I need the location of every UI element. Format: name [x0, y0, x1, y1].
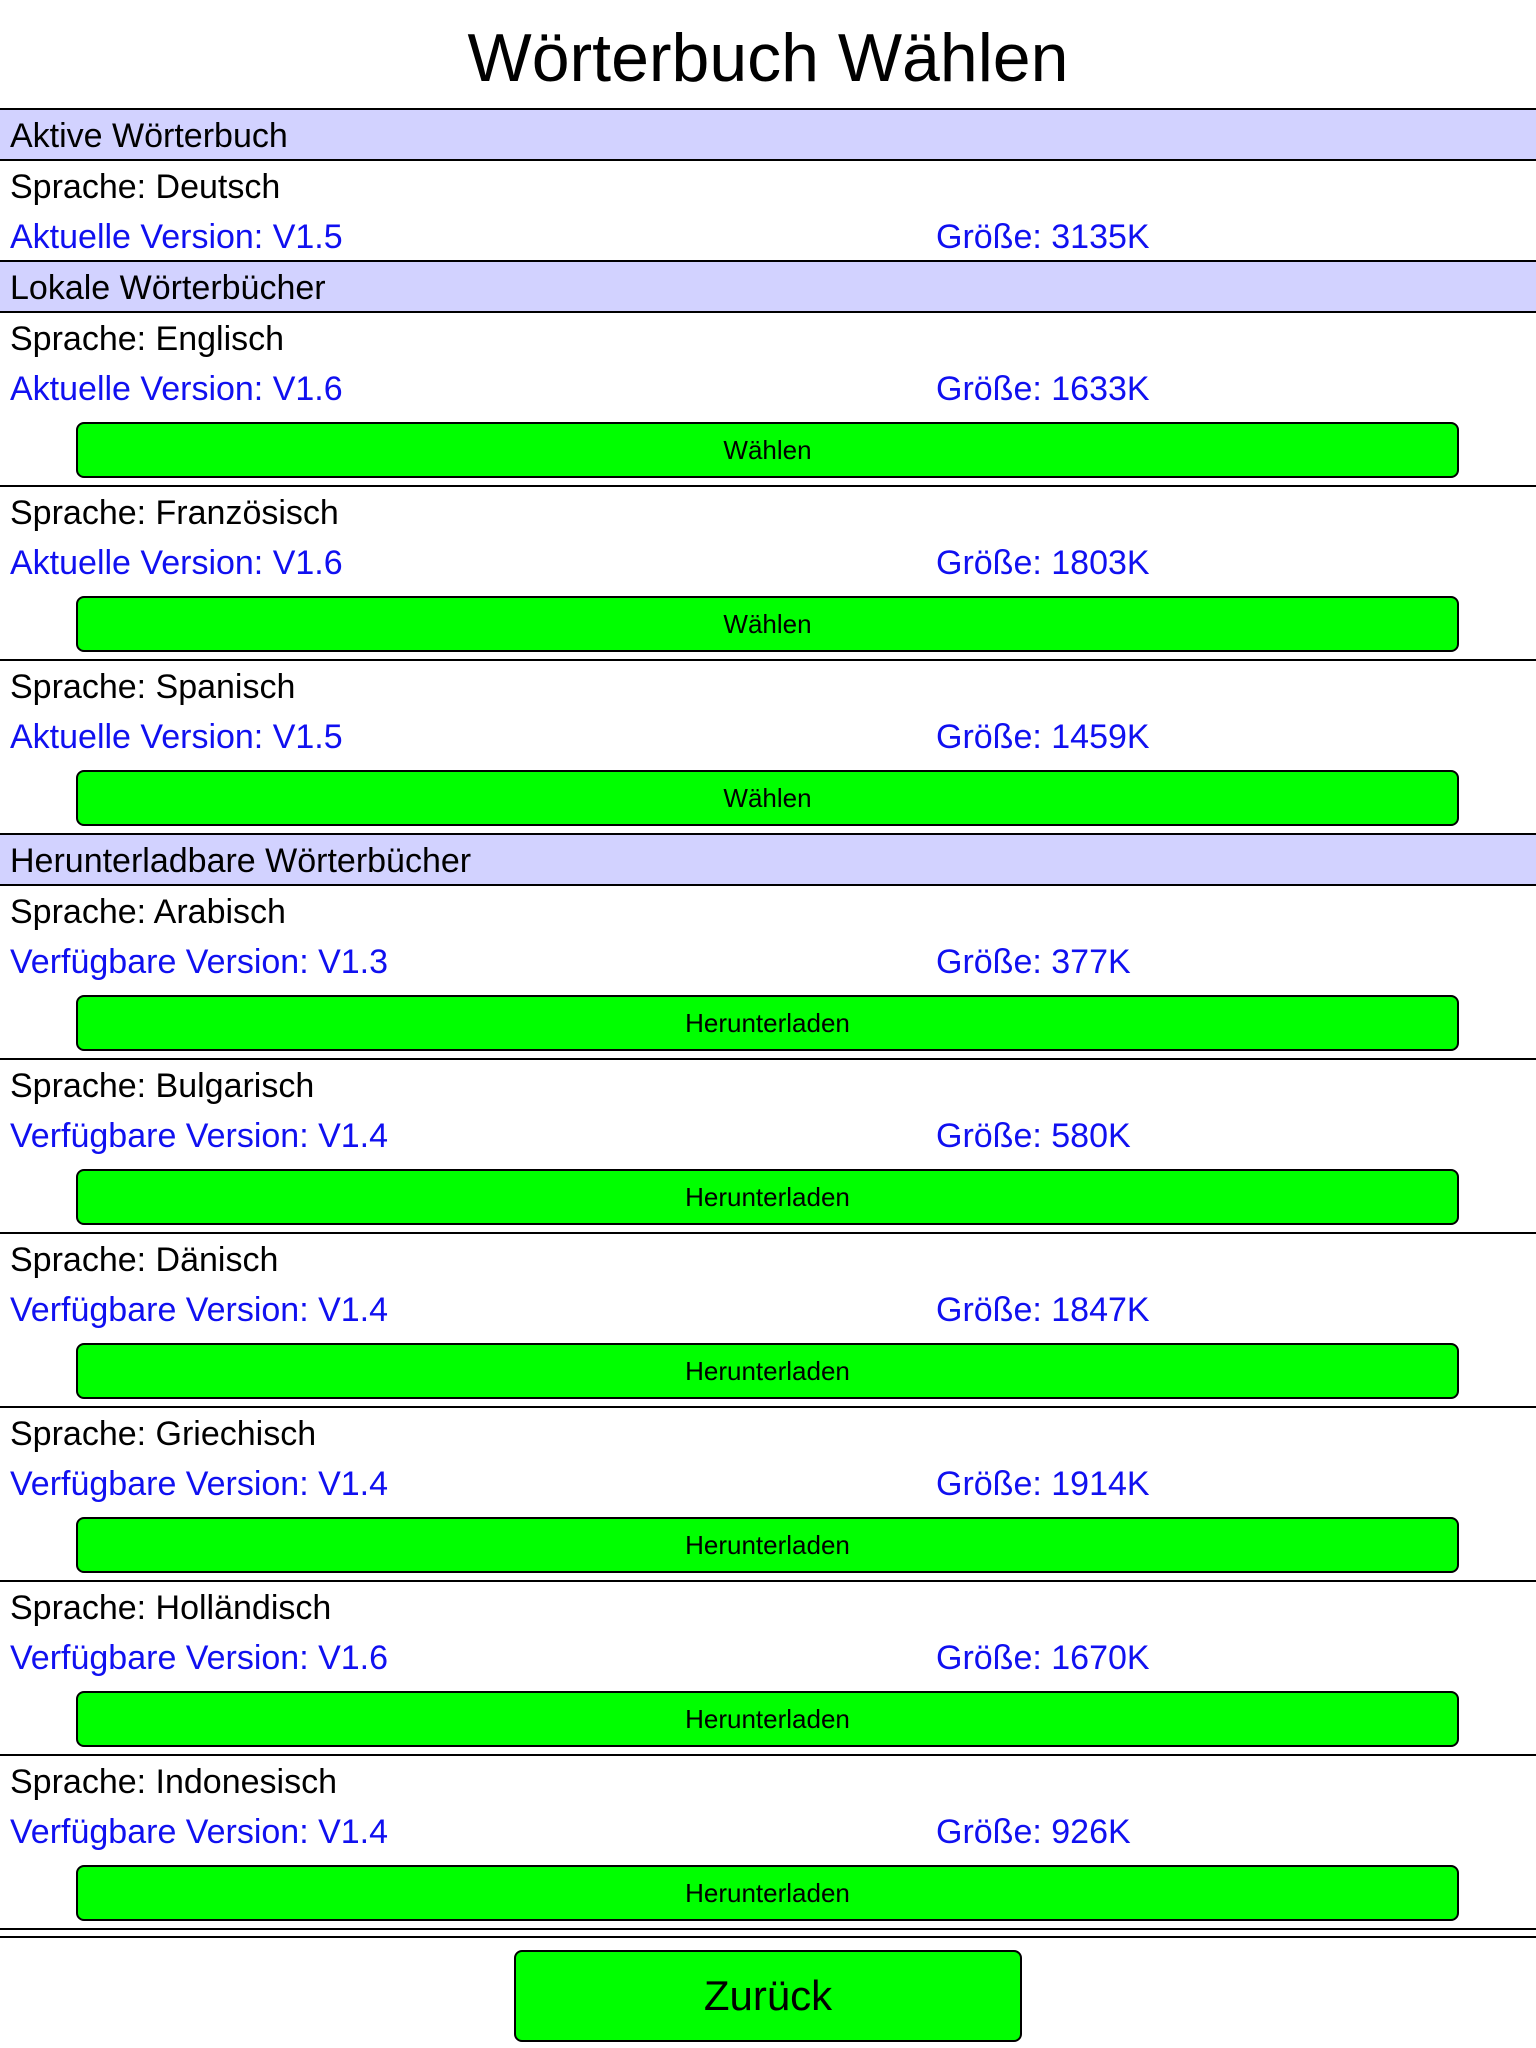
list-item-downloadable: Sprache: Arabisch Verfügbare Version: V1…	[0, 884, 1536, 1058]
size-label: Größe: 1803K	[936, 544, 1150, 582]
download-button-daenisch[interactable]: Herunterladen	[76, 1343, 1459, 1399]
version-label: Verfügbare Version: V1.4	[10, 1117, 389, 1155]
language-label: Sprache: Dänisch	[10, 1241, 279, 1279]
version-label: Verfügbare Version: V1.6	[10, 1639, 389, 1677]
version-label: Verfügbare Version: V1.4	[10, 1465, 389, 1503]
size-label: Größe: 1914K	[936, 1465, 1150, 1503]
select-button-franzoesisch[interactable]: Wählen	[76, 596, 1459, 652]
section-header-downloadable: Herunterladbare Wörterbücher	[0, 833, 1536, 884]
version-label: Aktuelle Version: V1.5	[10, 218, 343, 256]
download-button-griechisch[interactable]: Herunterladen	[76, 1517, 1459, 1573]
list-item-downloadable: Sprache: Dänisch Verfügbare Version: V1.…	[0, 1232, 1536, 1406]
language-label: Sprache: Spanisch	[10, 668, 296, 706]
list-item-downloadable: Sprache: Griechisch Verfügbare Version: …	[0, 1406, 1536, 1580]
language-label: Sprache: Griechisch	[10, 1415, 317, 1453]
list-item-downloadable: Sprache: Indonesisch Verfügbare Version:…	[0, 1754, 1536, 1928]
list-item-downloadable: Sprache: Holländisch Verfügbare Version:…	[0, 1580, 1536, 1754]
download-button-arabisch[interactable]: Herunterladen	[76, 995, 1459, 1051]
list-item-active-dictionary: Sprache: Deutsch Aktuelle Version: V1.5 …	[0, 159, 1536, 260]
version-label: Verfügbare Version: V1.4	[10, 1813, 389, 1851]
language-label: Sprache: Arabisch	[10, 893, 286, 931]
size-label: Größe: 1459K	[936, 718, 1150, 756]
language-label: Sprache: Bulgarisch	[10, 1067, 315, 1105]
size-label: Größe: 1633K	[936, 370, 1150, 408]
list-item-local: Sprache: Englisch Aktuelle Version: V1.6…	[0, 311, 1536, 485]
download-button-indonesisch[interactable]: Herunterladen	[76, 1865, 1459, 1921]
version-label: Aktuelle Version: V1.5	[10, 718, 343, 756]
size-label: Größe: 3135K	[936, 218, 1150, 256]
language-label: Sprache: Deutsch	[10, 168, 281, 206]
back-button[interactable]: Zurück	[514, 1950, 1022, 2042]
section-header-local: Lokale Wörterbücher	[0, 260, 1536, 311]
list-item-downloadable: Sprache: Bulgarisch Verfügbare Version: …	[0, 1058, 1536, 1232]
language-label: Sprache: Indonesisch	[10, 1763, 337, 1801]
size-label: Größe: 926K	[936, 1813, 1131, 1851]
section-header-active: Aktive Wörterbuch	[0, 108, 1536, 159]
list-item-local: Sprache: Französisch Aktuelle Version: V…	[0, 485, 1536, 659]
select-button-spanisch[interactable]: Wählen	[76, 770, 1459, 826]
version-label: Aktuelle Version: V1.6	[10, 370, 343, 408]
version-label: Verfügbare Version: V1.3	[10, 943, 389, 981]
language-label: Sprache: Französisch	[10, 494, 339, 532]
language-label: Sprache: Englisch	[10, 320, 285, 358]
download-button-bulgarisch[interactable]: Herunterladen	[76, 1169, 1459, 1225]
size-label: Größe: 1670K	[936, 1639, 1150, 1677]
version-label: Aktuelle Version: V1.6	[10, 544, 343, 582]
page-title: Wörterbuch Wählen	[467, 20, 1069, 96]
version-label: Verfügbare Version: V1.4	[10, 1291, 389, 1329]
dictionary-list[interactable]: Aktive Wörterbuch Sprache: Deutsch Aktue…	[0, 108, 1536, 1928]
size-label: Größe: 580K	[936, 1117, 1131, 1155]
download-button-hollaendisch[interactable]: Herunterladen	[76, 1691, 1459, 1747]
language-label: Sprache: Holländisch	[10, 1589, 332, 1627]
list-item-local: Sprache: Spanisch Aktuelle Version: V1.5…	[0, 659, 1536, 833]
select-button-englisch[interactable]: Wählen	[76, 422, 1459, 478]
bottom-toolbar: Zurück	[0, 1928, 1536, 2048]
size-label: Größe: 377K	[936, 943, 1131, 981]
size-label: Größe: 1847K	[936, 1291, 1150, 1329]
